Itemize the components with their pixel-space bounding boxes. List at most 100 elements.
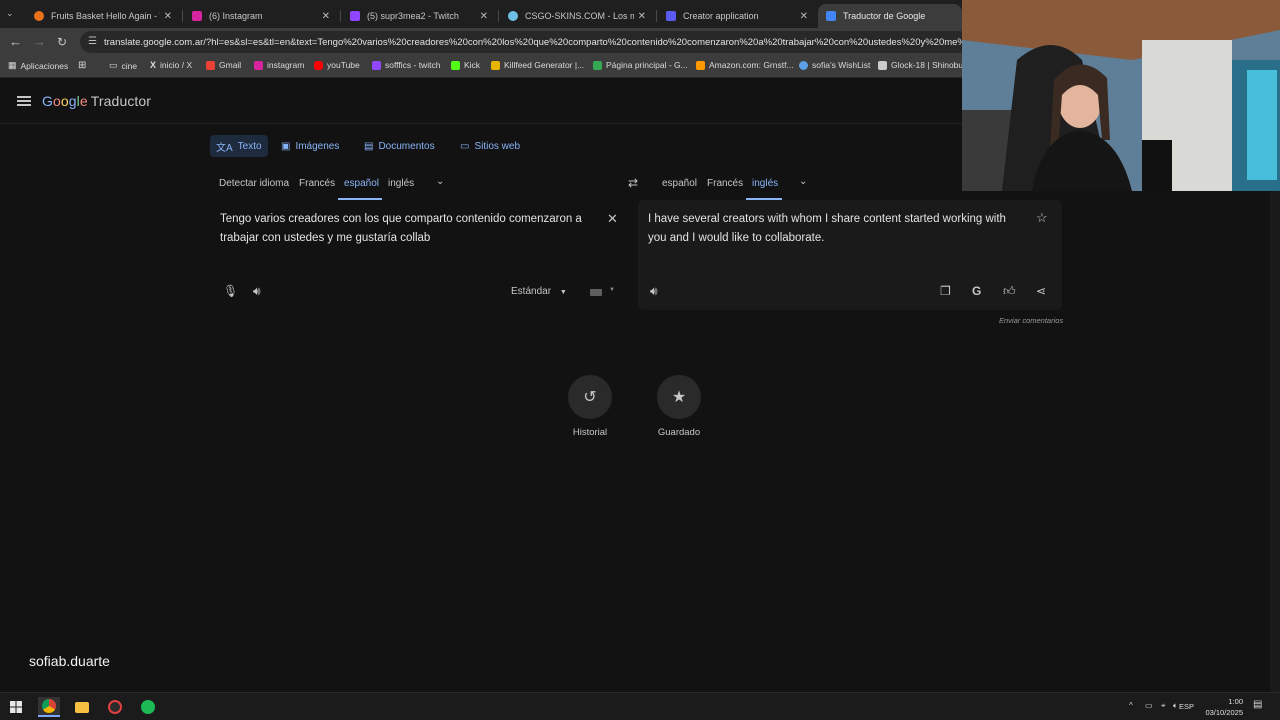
- mode-tab-text[interactable]: 文A Texto: [210, 135, 268, 157]
- gmail-icon: [206, 60, 215, 70]
- share-icon[interactable]: ⋖: [1036, 284, 1046, 298]
- speaker-icon[interactable]: 🔊︎: [650, 284, 658, 298]
- source-lang-spanish[interactable]: español: [344, 178, 379, 189]
- bookmark-google-drive[interactable]: Página principal - G...: [593, 60, 688, 70]
- source-text-input[interactable]: Tengo varios creadores con los que compa…: [220, 210, 598, 248]
- formality-select[interactable]: Estándar ▼: [511, 286, 567, 297]
- saved-button[interactable]: ★: [657, 375, 701, 419]
- location-icon[interactable]: ⌖: [1161, 701, 1166, 711]
- close-tab-icon[interactable]: ✕: [480, 11, 488, 22]
- send-feedback-link[interactable]: Enviar comentarios: [999, 316, 1063, 325]
- rate-translation-icon[interactable]: 👍︎: [1003, 284, 1016, 298]
- target-lang-english[interactable]: inglés: [752, 178, 778, 189]
- clear-text-icon[interactable]: ✕: [607, 212, 618, 226]
- site-info-icon[interactable]: ☰: [88, 36, 97, 47]
- apps-grid-icon: ▦: [8, 60, 17, 70]
- mode-tab-images[interactable]: ▣ Imágenes: [281, 139, 339, 153]
- target-lang-spanish[interactable]: español: [662, 178, 697, 189]
- bookmark-label: sofffics - twitch: [385, 60, 441, 70]
- bookmark-sofffics-twitch[interactable]: sofffics - twitch: [372, 60, 440, 70]
- bookmark-gmail[interactable]: Gmail: [206, 60, 241, 70]
- tab-google-translate[interactable]: Traductor de Google: [818, 4, 962, 28]
- killfeed-icon: [491, 60, 500, 70]
- speaker-icon[interactable]: 🔊︎: [253, 284, 261, 298]
- product-name: Traductor: [90, 93, 152, 109]
- bookmark-wishlist[interactable]: sofia's WishList: [799, 60, 870, 70]
- chrome-taskbar-icon[interactable]: [38, 697, 60, 717]
- website-icon: ▭: [460, 140, 470, 152]
- bookmark-killfeed-generator[interactable]: Killfeed Generator |...: [491, 60, 584, 70]
- tab-search-icon[interactable]: ⌄: [6, 8, 14, 19]
- tab-csgo-skins[interactable]: CSGO-SKINS.COM - Los mejores ✕: [500, 4, 654, 28]
- keyboard-icon[interactable]: [590, 289, 602, 296]
- chevron-down-icon[interactable]: ⌄: [436, 176, 444, 187]
- network-icon[interactable]: ▭: [1145, 701, 1153, 710]
- close-tab-icon[interactable]: ✕: [800, 11, 808, 22]
- tab-title: Creator application: [683, 11, 759, 21]
- mode-tab-label: Imágenes: [295, 140, 340, 152]
- tab-twitch[interactable]: (5) supr3mea2 - Twitch ✕: [342, 4, 496, 28]
- close-tab-icon[interactable]: ✕: [164, 11, 172, 22]
- bookmark-instagram[interactable]: instagram: [254, 60, 304, 70]
- translation-output: I have several creators with whom I shar…: [648, 213, 1006, 244]
- bookmark-reading-list[interactable]: ⊞: [78, 60, 86, 71]
- tab-fruits-basket[interactable]: Fruits Basket Hello Again - Ver en ✕: [26, 4, 180, 28]
- history-button[interactable]: ↺: [568, 375, 612, 419]
- show-hidden-icons-icon[interactable]: ^: [1129, 701, 1133, 710]
- close-tab-icon[interactable]: ✕: [322, 11, 330, 22]
- spotify-icon: [141, 700, 155, 714]
- windows-logo-icon: [10, 701, 22, 713]
- swap-languages-icon[interactable]: ⇄: [628, 176, 638, 190]
- bookmark-glock[interactable]: Glock-18 | Shinobu...: [878, 60, 970, 70]
- source-lang-french[interactable]: Francés: [299, 178, 335, 189]
- bookmark-apps[interactable]: ▦ Aplicaciones: [8, 60, 68, 71]
- saved-label: Guardado: [657, 427, 701, 438]
- reload-icon[interactable]: ↻: [57, 34, 67, 50]
- tab-instagram[interactable]: (6) Instagram ✕: [184, 4, 338, 28]
- mode-tab-websites[interactable]: ▭ Sitios web: [460, 139, 520, 153]
- folder-icon: ▭: [109, 60, 118, 70]
- logo-letter: e: [79, 93, 88, 109]
- close-tab-icon[interactable]: ✕: [638, 11, 646, 22]
- bookmark-amazon[interactable]: Amazon.com: Grnstf...: [696, 60, 794, 70]
- notifications-icon[interactable]: ▤: [1253, 699, 1262, 710]
- system-clock[interactable]: 1:00 03/10/2025: [1199, 696, 1243, 718]
- chrome-icon: [42, 699, 56, 713]
- tab-creator-application[interactable]: Creator application ✕: [658, 4, 816, 28]
- copy-icon[interactable]: ❐: [940, 284, 951, 298]
- instagram-icon: [254, 60, 263, 70]
- windows-start-icon[interactable]: [5, 697, 27, 717]
- twitch-icon: [350, 11, 360, 21]
- bookmark-label: Glock-18 | Shinobu...: [891, 60, 971, 70]
- google-search-icon[interactable]: G: [972, 284, 981, 298]
- bookmark-kick[interactable]: Kick: [451, 60, 480, 70]
- bookmark-x[interactable]: X inicio / X: [150, 60, 192, 70]
- bookmark-label: instagram: [267, 60, 305, 70]
- crunchyroll-icon: [34, 11, 44, 21]
- app-taskbar-icon[interactable]: [104, 697, 126, 717]
- target-lang-french[interactable]: Francés: [707, 178, 743, 189]
- image-icon: ▣: [281, 140, 291, 152]
- forward-arrow-icon[interactable]: →: [33, 34, 46, 50]
- star-outline-icon[interactable]: ☆: [1036, 211, 1048, 225]
- source-lang-detect[interactable]: Detectar idioma: [219, 178, 289, 189]
- address-bar[interactable]: ☰ translate.google.com.ar/?hl=es&sl=es&t…: [80, 31, 970, 53]
- spotify-taskbar-icon[interactable]: [137, 697, 159, 717]
- bookmark-cine[interactable]: ▭ cine: [109, 60, 137, 71]
- file-explorer-taskbar-icon[interactable]: [71, 697, 93, 717]
- tab-title: Fruits Basket Hello Again - Ver en: [51, 11, 160, 21]
- kick-icon: [451, 60, 460, 70]
- microphone-icon[interactable]: 🎙︎: [223, 284, 238, 298]
- bookmark-label: Página principal - G...: [606, 60, 688, 70]
- source-lang-english[interactable]: inglés: [388, 178, 414, 189]
- google-translate-logo[interactable]: Google Traductor: [42, 93, 151, 109]
- bookmark-youtube[interactable]: youTube: [314, 60, 360, 70]
- volume-icon[interactable]: 🔈︎: [1173, 701, 1178, 711]
- input-language-indicator[interactable]: ESP: [1179, 702, 1194, 711]
- chevron-down-icon[interactable]: ⌄: [799, 176, 807, 187]
- bookmark-label: Amazon.com: Grnstf...: [709, 60, 794, 70]
- dropdown-arrow-icon[interactable]: ▼: [609, 287, 615, 293]
- main-menu-icon[interactable]: [17, 96, 31, 106]
- mode-tab-documents[interactable]: ▤ Documentos: [364, 139, 435, 153]
- back-arrow-icon[interactable]: ←: [9, 34, 22, 50]
